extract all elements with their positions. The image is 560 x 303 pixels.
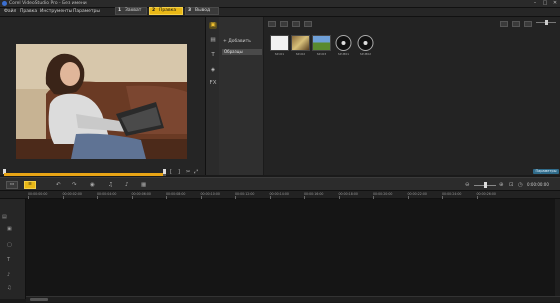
step-edit[interactable]: 2 Правка — [149, 7, 183, 15]
music-disc-icon — [357, 35, 374, 51]
options-button[interactable]: Параметры — [533, 169, 559, 174]
window-controls: – □ ✕ — [532, 1, 558, 6]
thumbnail-1[interactable] — [270, 35, 289, 51]
ruler-tick-label: 00:00:02:00 — [62, 192, 82, 196]
window-title: Corel VideoStudio Pro - Без имени — [9, 1, 87, 6]
library-toolbar — [264, 17, 560, 31]
ruler-tick-label: 00:00:00:00 — [28, 192, 48, 196]
ruler-tick-label: 00:00:20:00 — [373, 192, 393, 196]
zoom-out-icon[interactable]: ⊖ — [465, 182, 470, 188]
thumbnail-1-label: SP-I01 — [274, 52, 285, 56]
menu-settings[interactable]: Параметры — [73, 9, 100, 14]
clock-icon: ◷ — [518, 182, 523, 188]
track-manager-icon[interactable]: ▤ — [2, 214, 7, 220]
thumbnail-3-label: SP-I03 — [316, 52, 327, 56]
graphic-category-icon[interactable]: ◈ — [209, 67, 217, 74]
preview-panel: [ ] ✂ ⤢ Проект Клип ⏮ ◂ ▸ ⏭ ↻ ◀ 00:00:00… — [0, 17, 206, 190]
show-photo-icon[interactable] — [292, 21, 300, 27]
step-share[interactable]: 3 Вывод — [185, 7, 219, 15]
close-icon[interactable]: ✕ — [552, 1, 558, 6]
record-icon[interactable]: ◉ — [90, 182, 95, 188]
menu-bar: Файл Правка Инструменты Параметры — [0, 8, 560, 17]
overlay-track-icon: ▢ — [7, 242, 12, 248]
thumbnail-2[interactable] — [291, 35, 310, 51]
audio-mixer-icon[interactable]: ♫ — [108, 182, 113, 188]
ruler-tick-label: 00:00:08:00 — [166, 192, 186, 196]
video-track-icon: ▣ — [7, 226, 12, 232]
mark-out-icon[interactable]: ] — [178, 169, 180, 175]
timeline-vertical-scrollbar[interactable] — [555, 199, 560, 296]
preview-video — [16, 44, 187, 159]
thumb-size-knob[interactable] — [545, 20, 548, 25]
enlarge-icon[interactable]: ⤢ — [194, 169, 198, 175]
timeline-track-area[interactable] — [26, 199, 560, 299]
transition-category-icon[interactable]: ▤ — [209, 37, 217, 44]
title-track-icon: T — [7, 257, 11, 263]
ruler-tick-label: 00:00:22:00 — [407, 192, 427, 196]
movie-wizard-icon[interactable]: ▦ — [141, 182, 146, 188]
maximize-icon[interactable]: □ — [542, 1, 548, 6]
scrubber-progress — [4, 173, 163, 176]
thumbnail-2-label: SP-I02 — [295, 52, 306, 56]
ruler-tick-label: 00:00:14:00 — [269, 192, 289, 196]
timeline-horizontal-scrollbar[interactable] — [26, 296, 560, 302]
mark-out-handle[interactable] — [163, 169, 166, 174]
audio-thumbnail-2-label: SP-M02 — [359, 52, 372, 56]
fit-project-icon[interactable]: ⊡ — [509, 182, 514, 188]
import-icon[interactable] — [268, 21, 276, 27]
thumb-view-icon[interactable] — [512, 21, 520, 27]
media-category-icon[interactable]: ▣ — [209, 22, 217, 29]
folder-samples[interactable]: Образцы — [222, 49, 262, 55]
zoom-knob[interactable] — [484, 182, 487, 188]
ruler-tick-label: 00:00:06:00 — [131, 192, 151, 196]
scrollbar-thumb[interactable] — [30, 298, 48, 301]
timeline-duration: 0:00:00:00 — [527, 182, 549, 187]
mark-in-icon[interactable]: [ — [170, 169, 172, 175]
ruler-tick-label: 00:00:10:00 — [200, 192, 220, 196]
library-category-strip: ▣ ▤ T ◈ FX — [206, 17, 219, 175]
sort-icon[interactable] — [524, 21, 532, 27]
audio-thumbnail-2[interactable] — [356, 35, 375, 51]
timeline-toolbar: ▭ ≡ ↶ ↷ ◉ ♫ ♪ ▦ ⊖ ⊕ ⊡ ◷ 0:00:00:00 — [0, 177, 560, 191]
audio-thumbnail-1[interactable] — [334, 35, 353, 51]
menu-file[interactable]: Файл — [4, 9, 16, 14]
ruler-tick-label: 00:00:04:00 — [97, 192, 117, 196]
timeline-ruler[interactable]: 00:00:00:00 00:00:02:00 00:00:04:00 00:00:0… — [0, 191, 560, 199]
auto-music-icon[interactable]: ♪ — [125, 182, 129, 188]
library-thumbnails: SP-I01 SP-I02 SP-I03 SP-M01 SP-M02 Парам… — [264, 17, 560, 175]
title-bar: Corel VideoStudio Pro - Без имени – □ ✕ — [0, 0, 560, 8]
app-logo-icon — [2, 1, 7, 6]
storyboard-view-button[interactable]: ▭ — [6, 181, 18, 189]
split-icon[interactable]: ✂ — [186, 169, 190, 175]
ruler-tick-label: 00:00:16:00 — [304, 192, 324, 196]
ruler-tick-label: 00:00:12:00 — [235, 192, 255, 196]
ruler-tick-label: 00:00:18:00 — [338, 192, 358, 196]
music-track-icon: ♫ — [7, 285, 12, 291]
menu-edit[interactable]: Правка — [20, 9, 37, 14]
undo-icon[interactable]: ↶ — [56, 182, 61, 188]
zoom-in-icon[interactable]: ⊕ — [499, 182, 504, 188]
show-audio-icon[interactable] — [304, 21, 312, 27]
library-folders: + Добавить Образцы ▦ Обзор — [219, 17, 264, 188]
filter-category-icon[interactable]: FX — [209, 80, 217, 87]
thumbnail-3[interactable] — [312, 35, 331, 51]
track-headers: ▤ ▣ ▢ T ♪ ♫ — [0, 199, 26, 299]
ruler-tick-label: 00:00:24:00 — [442, 192, 462, 196]
timeline-view-button[interactable]: ≡ — [24, 181, 36, 189]
audio-thumbnail-1-label: SP-M01 — [337, 52, 350, 56]
preview-scrubber[interactable] — [4, 173, 166, 176]
menu-tools[interactable]: Инструменты — [40, 9, 72, 14]
music-disc-icon — [335, 35, 352, 51]
ruler-tick-label: 00:00:26:00 — [476, 192, 496, 196]
title-category-icon[interactable]: T — [209, 52, 217, 59]
redo-icon[interactable]: ↷ — [72, 182, 77, 188]
voice-track-icon: ♪ — [7, 272, 11, 278]
list-view-icon[interactable] — [500, 21, 508, 27]
add-folder-button[interactable]: + Добавить — [223, 39, 251, 44]
minimize-icon[interactable]: – — [532, 1, 538, 6]
show-video-icon[interactable] — [280, 21, 288, 27]
step-capture[interactable]: 1 Захват — [115, 7, 147, 15]
